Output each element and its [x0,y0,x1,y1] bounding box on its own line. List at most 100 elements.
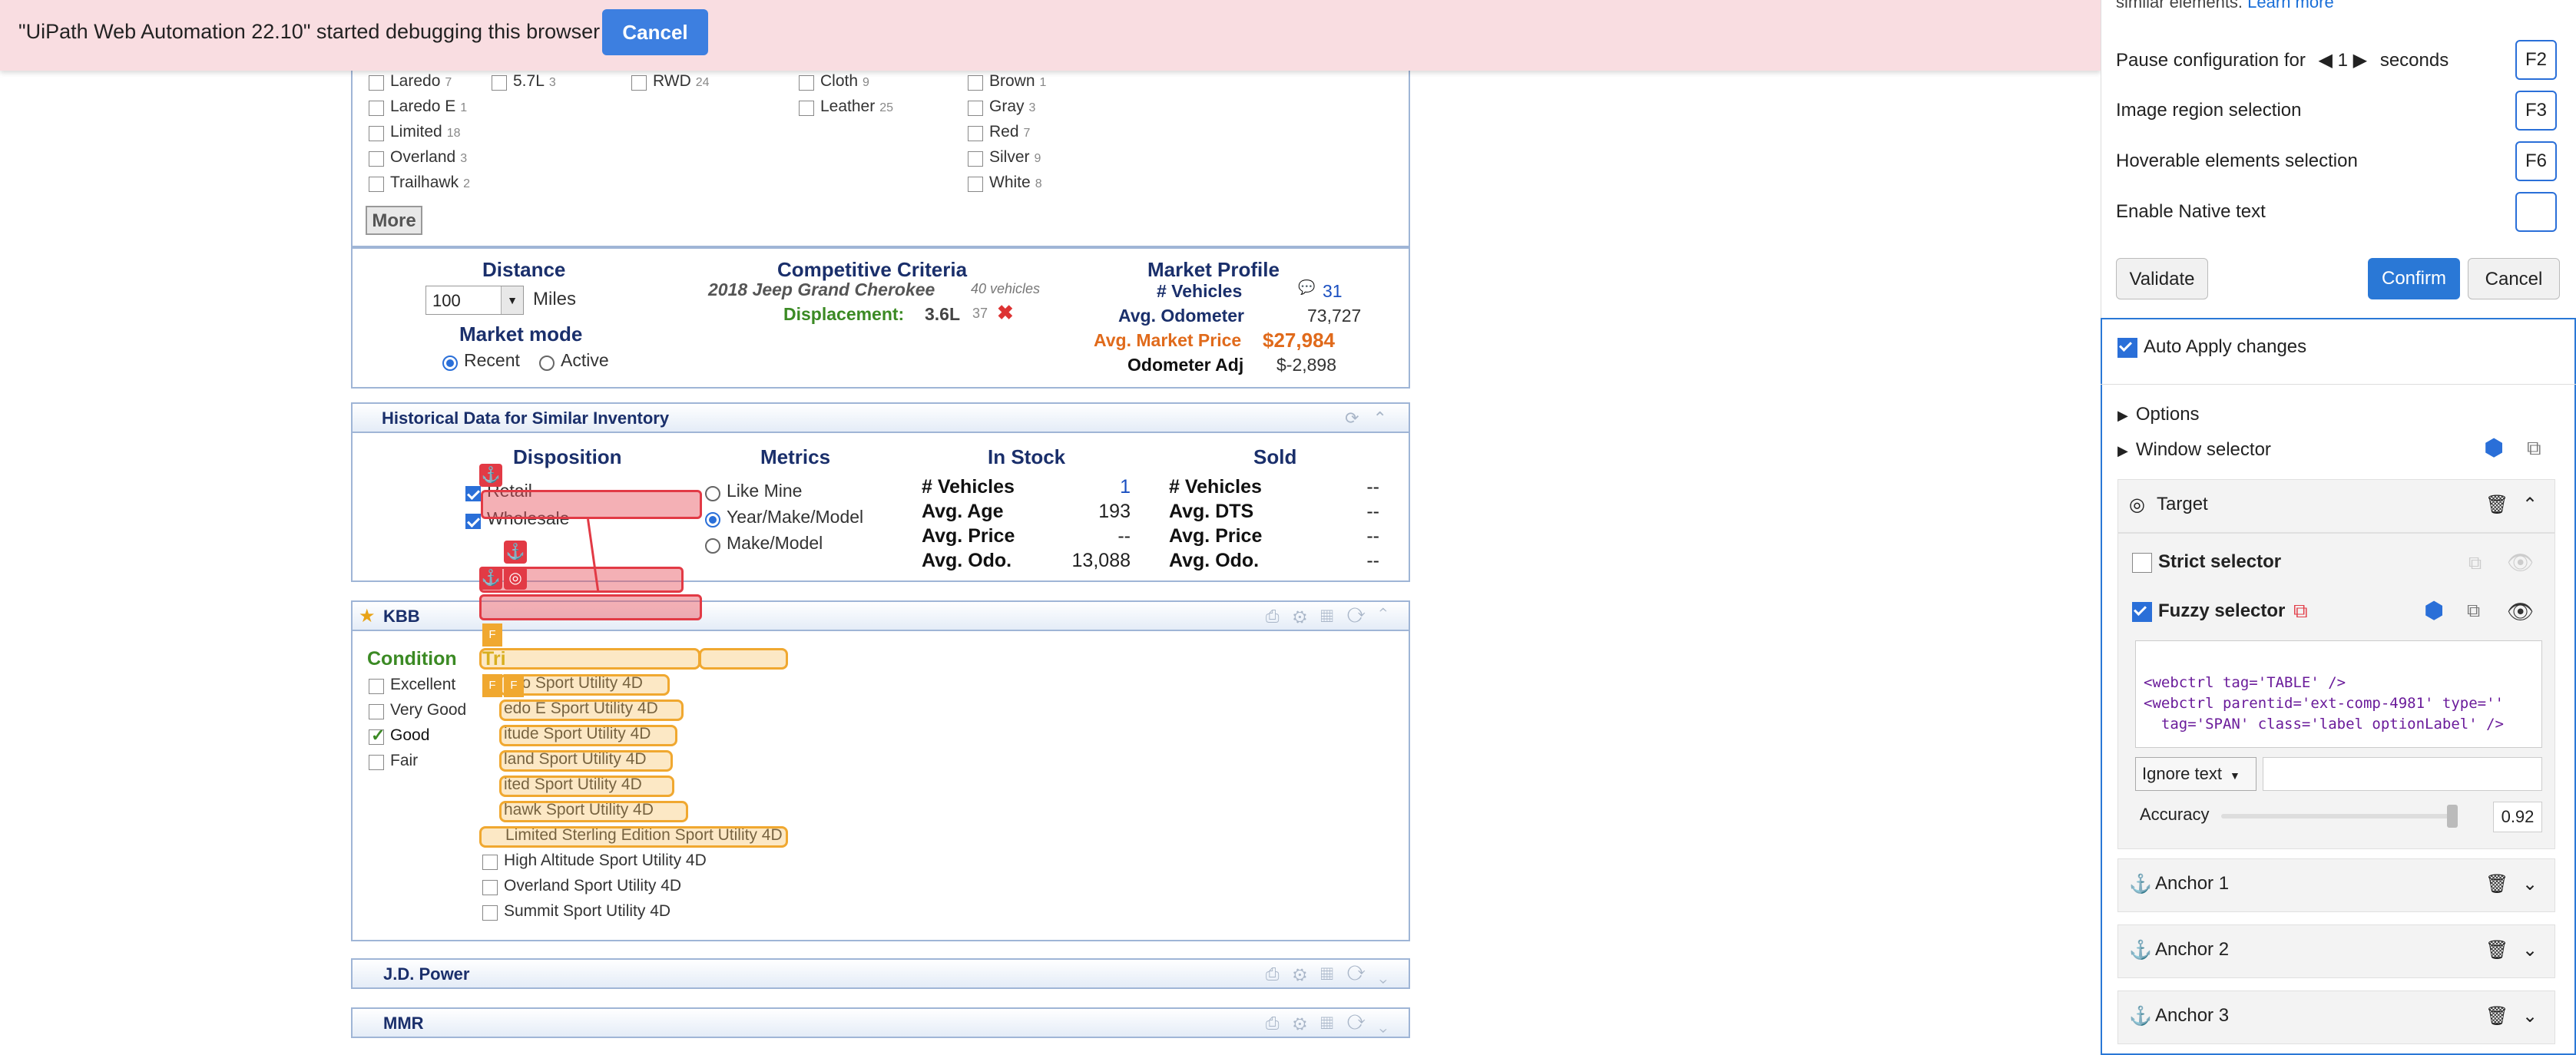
chevron-up-icon[interactable]: ⌃ [2522,494,2538,516]
anchor-2-section[interactable]: ⚓ Anchor 2 🗑 ⌄ [2117,924,2555,978]
increment-icon[interactable]: ▶ [2353,50,2367,71]
condition-fair[interactable]: Fair [369,752,466,777]
ignore-text-dropdown[interactable]: Ignore text ▼ [2135,757,2256,791]
filter-option-laredo-e[interactable]: Laredo E1 [369,98,470,123]
anchor-icon: ⚓ [479,567,502,590]
cube-icon[interactable]: ⬢ [2484,435,2504,461]
filter-option-cloth[interactable]: Cloth 9 [799,72,893,98]
condition-excellent[interactable]: Excellent [369,676,466,701]
make-model-radio[interactable]: Make/Model [705,533,823,554]
duplicate-matches-icon[interactable]: ⧉ [2293,599,2308,623]
learn-more-link[interactable]: Learn more [2247,0,2334,12]
hoverable-shortcut-key[interactable]: F6 [2515,141,2557,181]
target-icon: ◎ [2129,494,2145,515]
filter-option-rwd[interactable]: RWD 24 [631,72,710,91]
panel-tools[interactable]: ⎙⚙▦⟳⌄ [1266,964,1401,984]
displacement-label: Displacement: [783,304,905,324]
eye-icon[interactable]: 👁 [2507,550,2535,575]
filter-option-trailhawk[interactable]: Trailhawk 2 [369,174,470,199]
copy-icon[interactable]: ⧉ [2527,436,2541,461]
distance-unit: Miles [533,289,577,309]
condition-good[interactable]: ✓ Good [369,726,466,752]
cancel-debug-button[interactable]: Cancel [602,9,708,55]
accuracy-slider-handle[interactable] [2447,805,2458,828]
displacement-value: 3.6L [925,304,961,324]
native-text-shortcut-key[interactable] [2515,192,2557,232]
panel-tools[interactable]: ⎙⚙▦⟳⌃ [1266,607,1401,627]
kbb-trim-option[interactable]: Summit Sport Utility 4D [482,902,783,928]
filter-option-limited[interactable]: Limited 18 [369,123,470,148]
mp-vehicles-value[interactable]: 31 [1323,281,1343,302]
mode-active-radio[interactable]: Active [539,350,609,371]
accuracy-slider[interactable] [2221,814,2455,819]
ymm-radio[interactable]: Year/Make/Model [705,507,863,528]
fuzzy-match-highlight [499,699,684,721]
auto-apply-checkbox[interactable]: Auto Apply changes [2117,336,2306,358]
pause-value[interactable]: 1 [2338,50,2348,71]
filter-option-overland[interactable]: Overland 3 [369,148,470,174]
fuzzy-match-highlight [499,776,674,797]
like-mine-radio[interactable]: Like Mine [705,481,802,501]
eye-icon[interactable]: 👁 [2507,599,2535,624]
filter-option-red[interactable]: Red 7 [968,123,1046,148]
selector-editor[interactable]: <webctrl tag='TABLE' /> <webctrl parentid… [2135,640,2542,748]
historical-header[interactable]: Historical Data for Similar Inventory ⟳⌃ [351,402,1410,433]
filter-option-laredo[interactable]: Laredo 7 [369,72,470,98]
kbb-trim-option[interactable]: High Altitude Sport Utility 4D [482,852,783,877]
confirm-button[interactable]: Confirm [2368,258,2460,299]
panel-tools[interactable]: ⟳⌃ [1345,408,1401,428]
trash-icon[interactable]: 🗑 [2485,494,2508,516]
trash-icon[interactable]: 🗑 [2485,939,2508,961]
jdpower-header[interactable]: J.D. Power ⎙⚙▦⟳⌄ [351,958,1410,989]
trash-icon[interactable]: 🗑 [2485,873,2508,895]
divider [2101,384,2576,385]
competitive-criteria-title: Competitive Criteria [777,258,968,281]
stat-row: Avg. Age 193 [922,501,1131,522]
copy-icon[interactable]: ⧉ [2467,600,2480,622]
filter-option-silver[interactable]: Silver 9 [968,148,1046,174]
chevron-down-icon[interactable]: ⌄ [2522,873,2538,895]
pause-shortcut-key[interactable]: F2 [2515,40,2557,80]
distance-select[interactable]: 100 ▼ [425,286,524,315]
condition-title: Condition [367,648,457,670]
fuzzy-selector-checkbox[interactable]: Fuzzy selector [2132,600,2285,622]
filter-option-gray[interactable]: Gray 3 [968,98,1046,123]
target-section-header[interactable]: ◎ Target 🗑 ⌃ [2117,479,2555,533]
mmr-header[interactable]: MMR ⎙⚙▦⟳⌄ [351,1007,1410,1038]
validate-button[interactable]: Validate [2116,258,2208,299]
filter-option-white[interactable]: White 8 [968,174,1046,199]
mp-odoadj-value: $-2,898 [1276,355,1337,375]
cube-icon[interactable]: ⬢ [2424,597,2444,624]
historical-title: Historical Data for Similar Inventory [382,408,670,428]
decrement-icon[interactable]: ◀ [2319,50,2333,71]
chevron-down-icon[interactable]: ⌄ [2522,1005,2538,1027]
ignore-text-input[interactable] [2263,757,2542,791]
mode-recent-radio[interactable]: Recent [442,350,520,371]
filter-option-5-7l[interactable]: 5.7L 3 [492,72,556,91]
filter-option-leather[interactable]: Leather 25 [799,98,893,123]
anchor-1-section[interactable]: ⚓ Anchor 1 🗑 ⌄ [2117,858,2555,912]
panel-tools[interactable]: ⎙⚙▦⟳⌄ [1266,1014,1401,1034]
stat-row: Avg. Odo. -- [1169,550,1379,571]
anchor-highlight [481,490,702,519]
strict-selector-checkbox[interactable]: Strict selector [2132,551,2281,573]
accuracy-value[interactable]: 0.92 [2493,802,2542,832]
condition-very-good[interactable]: Very Good [369,701,466,726]
remove-criteria-icon[interactable]: ✖ [997,301,1014,325]
image-region-shortcut-key[interactable]: F3 [2515,91,2557,131]
kbb-trim-option[interactable]: Overland Sport Utility 4D [482,877,783,902]
more-button[interactable]: More [366,206,422,235]
fuzzy-match-highlight [479,826,788,848]
trash-icon[interactable]: 🗑 [2485,1005,2508,1027]
window-selector-toggle[interactable]: ▶ Window selector [2117,439,2271,461]
anchor-3-section[interactable]: ⚓ Anchor 3 🗑 ⌄ [2117,991,2555,1044]
displacement-count: 37 [972,306,988,321]
pause-configuration-row: Pause configuration for ◀ 1 ▶ seconds [2116,50,2449,71]
options-toggle[interactable]: ▶ Options [2117,404,2200,425]
cancel-button[interactable]: Cancel [2468,258,2560,299]
help-text: similar elements. Learn more [2116,0,2334,12]
filter-option-brown[interactable]: Brown 1 [968,72,1046,98]
chevron-down-icon[interactable]: ⌄ [2522,939,2538,961]
copy-icon[interactable]: ⧉ [2468,553,2482,574]
target-icon: ◎ [504,567,527,590]
